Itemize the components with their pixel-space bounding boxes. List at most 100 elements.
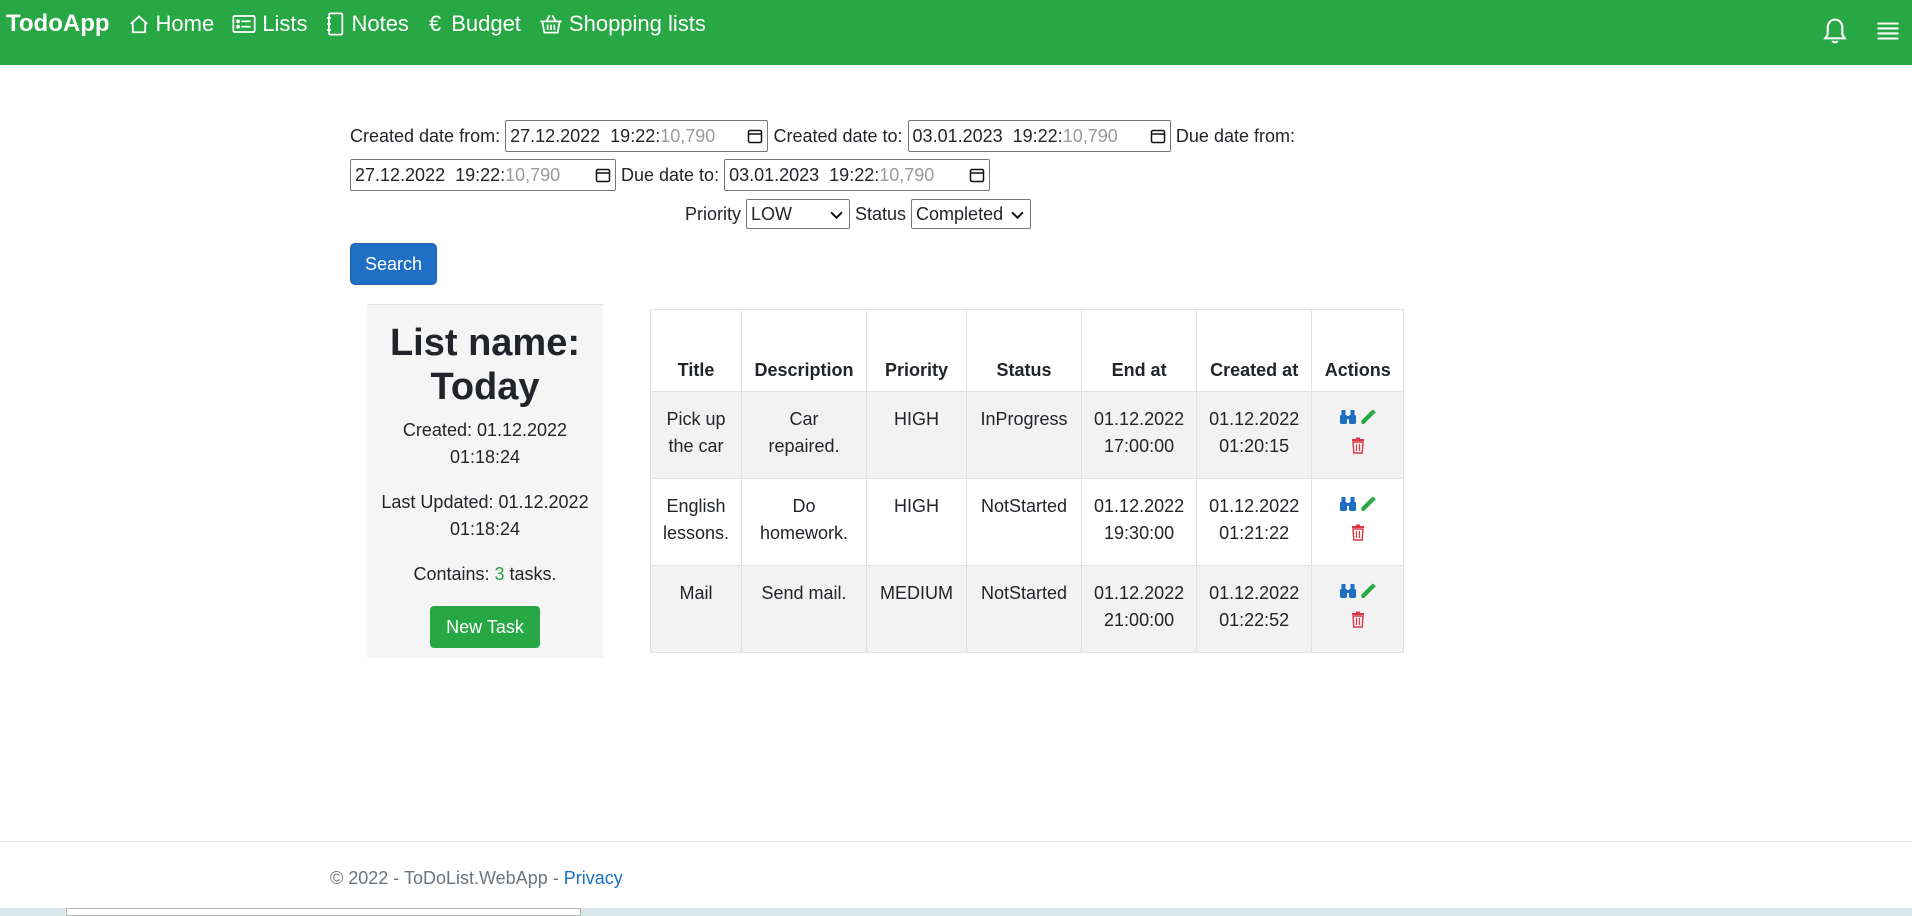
filter-row-3: Priority LOW Status Completed: [350, 198, 1300, 230]
task-status: NotStarted: [966, 478, 1083, 566]
column-header-created-at: Created at: [1196, 309, 1313, 392]
privacy-link[interactable]: Privacy: [564, 868, 623, 888]
task-description: Send mail.: [741, 565, 868, 653]
nav-notes-label: Notes: [351, 11, 409, 36]
created-from-value: 27.12.2022 19:22:: [510, 125, 661, 146]
list-name-title: List name: Today: [389, 322, 581, 408]
journal-icon: [325, 12, 345, 36]
nav-home[interactable]: Home: [128, 10, 215, 38]
calendar-icon[interactable]: [1150, 128, 1166, 144]
due-from-value: 27.12.2022 19:22:: [355, 164, 506, 185]
priority-select[interactable]: LOW: [746, 199, 851, 229]
basket-icon: [539, 13, 563, 35]
euro-icon: €: [428, 11, 442, 36]
hamburger-menu-icon[interactable]: [1876, 20, 1900, 47]
task-actions: [1311, 391, 1405, 479]
calendar-icon[interactable]: [969, 167, 985, 183]
new-task-button[interactable]: New Task: [430, 606, 540, 648]
pencil-edit-icon[interactable]: [1359, 493, 1377, 520]
table-row: Mail Send mail. MEDIUM NotStarted 01.12.…: [649, 565, 1405, 653]
task-priority: HIGH: [866, 391, 968, 479]
task-description: Car repaired.: [741, 391, 868, 479]
created-from-input[interactable]: 27.12.2022 19:22: 10,790: [505, 120, 769, 152]
calendar-icon[interactable]: [595, 167, 611, 183]
pencil-edit-icon[interactable]: [1359, 580, 1377, 607]
calendar-icon[interactable]: [747, 128, 763, 144]
filter-form: Created date from: 27.12.2022 19:22: 10,7…: [350, 120, 1300, 285]
status-select[interactable]: Completed: [911, 199, 1032, 229]
due-to-input[interactable]: 03.01.2023 19:22: 10,790: [724, 159, 991, 191]
column-header-actions: Actions: [1311, 309, 1405, 392]
table-row: English lessons. Do homework. HIGH NotSt…: [649, 478, 1405, 566]
due-to-ghost: 10,790: [879, 164, 935, 185]
copyright-text: © 2022 - ToDoList.WebApp -: [330, 868, 564, 888]
task-title: Mail: [649, 565, 743, 653]
trash-delete-icon[interactable]: [1350, 609, 1366, 636]
status-selected-value: Completed: [916, 203, 1004, 224]
brand-logo[interactable]: TodoApp: [6, 10, 110, 38]
due-to-label: Due date to:: [621, 164, 720, 185]
nav-lists[interactable]: Lists: [232, 10, 307, 38]
binoculars-view-icon[interactable]: [1339, 580, 1357, 607]
trash-delete-icon[interactable]: [1350, 435, 1366, 462]
filter-row-2: 27.12.2022 19:22: 10,790 Due date to: 03.…: [350, 159, 1300, 191]
created-to-value: 03.01.2023 19:22:: [912, 125, 1063, 146]
column-header-title: Title: [649, 309, 743, 392]
task-count-value: 3: [494, 564, 505, 584]
nav-lists-label: Lists: [262, 11, 308, 36]
chevron-down-icon: [1011, 204, 1024, 225]
task-end-at: 01.12.2022 17:00:00: [1081, 391, 1198, 479]
contains-suffix: tasks.: [504, 564, 557, 584]
pencil-edit-icon[interactable]: [1359, 406, 1377, 433]
task-actions: [1311, 565, 1405, 653]
task-created-at: 01.12.2022 01:22:52: [1196, 565, 1313, 653]
contains-prefix: Contains:: [413, 564, 495, 584]
trash-delete-icon[interactable]: [1350, 522, 1366, 549]
filter-row-1: Created date from: 27.12.2022 19:22: 10,7…: [350, 120, 1300, 152]
task-end-at: 01.12.2022 21:00:00: [1081, 565, 1198, 653]
list-last-updated: Last Updated: 01.12.2022 01:18:24: [381, 492, 589, 539]
tasks-table: Title Description Priority Status End at…: [649, 309, 1405, 653]
list-created: Created: 01.12.2022 01:18:24: [402, 420, 568, 467]
due-from-label: Due date from:: [1175, 125, 1295, 146]
taskbar-strip: [0, 908, 1912, 916]
chevron-down-icon: [830, 204, 843, 225]
due-from-input[interactable]: 27.12.2022 19:22: 10,790: [350, 159, 616, 191]
column-header-description: Description: [741, 309, 868, 392]
footer-text: © 2022 - ToDoList.WebApp - Privacy: [330, 868, 623, 889]
column-header-end-at: End at: [1081, 309, 1198, 392]
task-title: Pick up the car: [649, 391, 743, 479]
nav-shopping-lists[interactable]: Shopping lists: [539, 10, 706, 38]
footer: © 2022 - ToDoList.WebApp - Privacy: [0, 841, 1912, 916]
priority-selected-value: LOW: [751, 203, 793, 224]
task-priority: HIGH: [866, 478, 968, 566]
list-info-card: List name: Today Created: 01.12.2022 01:…: [367, 304, 603, 658]
nav-notes[interactable]: Notes: [325, 10, 409, 38]
nav-budget[interactable]: € Budget: [427, 10, 521, 38]
task-status: InProgress: [966, 391, 1083, 479]
nav-home-label: Home: [155, 11, 215, 36]
priority-label: Priority: [685, 203, 742, 224]
navbar: TodoApp Home Lists Notes € Budget Shoppi…: [0, 0, 1912, 65]
binoculars-view-icon[interactable]: [1339, 493, 1357, 520]
created-to-label: Created date to:: [773, 125, 903, 146]
binoculars-view-icon[interactable]: [1339, 406, 1357, 433]
bell-icon[interactable]: [1822, 16, 1848, 51]
task-created-at: 01.12.2022 01:20:15: [1196, 391, 1313, 479]
task-actions: [1311, 478, 1405, 566]
created-from-label: Created date from:: [350, 125, 501, 146]
list-task-count: Contains: 3 tasks.: [367, 561, 603, 588]
task-created-at: 01.12.2022 01:21:22: [1196, 478, 1313, 566]
due-from-ghost: 10,790: [505, 164, 561, 185]
navbar-right: [1822, 16, 1900, 51]
house-icon: [128, 13, 150, 35]
card-list-icon: [232, 13, 256, 35]
search-button[interactable]: Search: [350, 243, 438, 285]
table-row: Pick up the car Car repaired. HIGH InPro…: [649, 391, 1405, 479]
created-from-ghost: 10,790: [660, 125, 716, 146]
created-to-input[interactable]: 03.01.2023 19:22: 10,790: [907, 120, 1171, 152]
table-header-row: Title Description Priority Status End at…: [649, 309, 1405, 392]
created-to-ghost: 10,790: [1062, 125, 1118, 146]
task-description: Do homework.: [741, 478, 868, 566]
task-title: English lessons.: [649, 478, 743, 566]
